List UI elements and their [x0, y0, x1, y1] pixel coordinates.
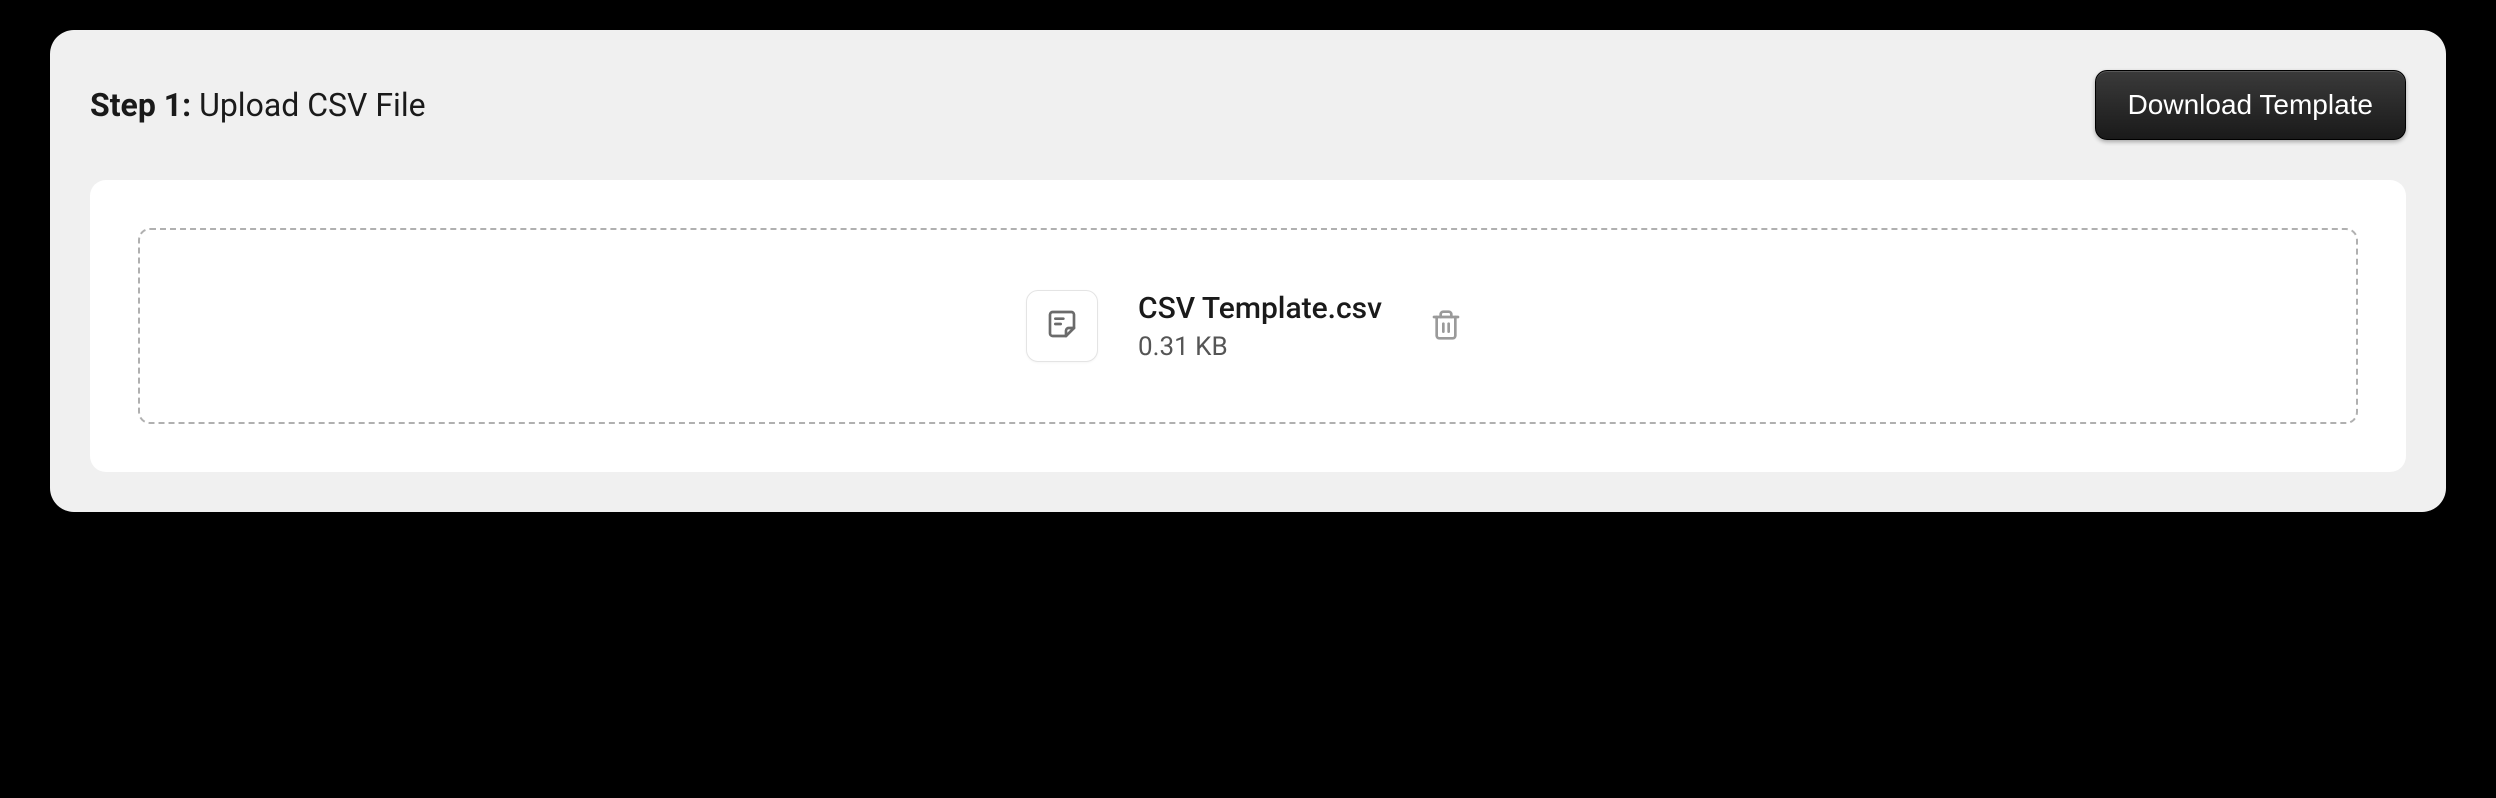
file-info: CSV Template.csv 0.31 KB — [1138, 291, 1382, 362]
file-note-icon — [1046, 308, 1078, 344]
step-number: Step 1: — [90, 86, 191, 124]
trash-icon — [1430, 309, 1462, 344]
download-template-button[interactable]: Download Template — [2095, 70, 2406, 140]
upload-area: CSV Template.csv 0.31 KB — [90, 180, 2406, 472]
card-header: Step 1: Upload CSV File Download Templat… — [90, 70, 2406, 140]
file-name: CSV Template.csv — [1138, 291, 1382, 326]
step-title: Step 1: Upload CSV File — [90, 86, 426, 124]
file-dropzone[interactable]: CSV Template.csv 0.31 KB — [138, 228, 2358, 424]
upload-card: Step 1: Upload CSV File Download Templat… — [50, 30, 2446, 512]
delete-file-button[interactable] — [1422, 301, 1470, 352]
uploaded-file-row: CSV Template.csv 0.31 KB — [1026, 290, 1470, 362]
step-description: Upload CSV File — [199, 86, 426, 124]
file-size: 0.31 KB — [1138, 332, 1382, 362]
file-icon-container — [1026, 290, 1098, 362]
